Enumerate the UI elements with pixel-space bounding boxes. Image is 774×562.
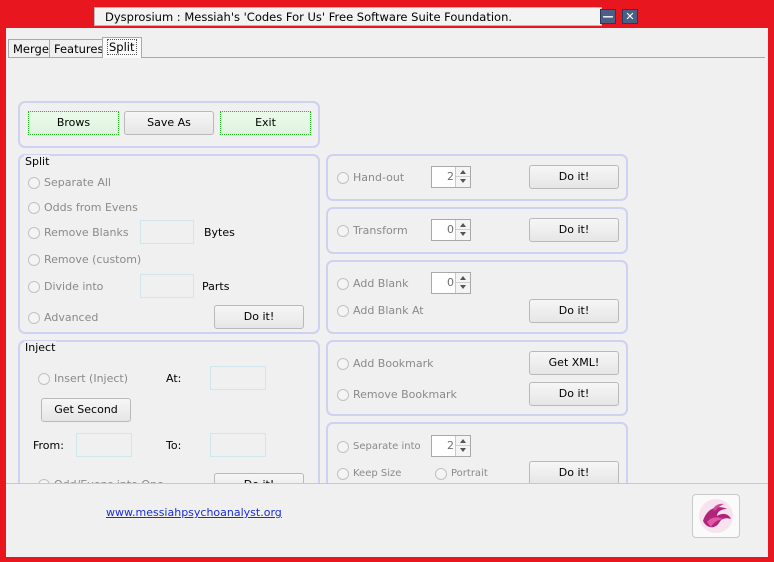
- odds-from-evens-radio[interactable]: [28, 202, 40, 214]
- spin-down-icon[interactable]: [460, 232, 466, 236]
- tab-merge-label: Merge: [13, 42, 49, 56]
- separate-all-label: Separate All: [44, 176, 111, 189]
- spinner-arrows[interactable]: [455, 220, 470, 240]
- handout-spinner[interactable]: 2: [431, 166, 471, 188]
- spinner-arrows[interactable]: [455, 436, 470, 456]
- transform-value: 0: [447, 223, 454, 236]
- to-input[interactable]: [210, 433, 266, 457]
- parts-label: Parts: [202, 280, 230, 293]
- handout-value: 2: [447, 170, 454, 183]
- handout-radio[interactable]: [337, 172, 349, 184]
- title-box: Dysprosium : Messiah's 'Codes For Us' Fr…: [94, 7, 602, 26]
- separate-value: 2: [447, 439, 454, 452]
- at-label: At:: [166, 372, 182, 385]
- split-do-it-button[interactable]: Do it!: [214, 305, 304, 329]
- bookmark-do-it-button[interactable]: Do it!: [529, 382, 619, 406]
- keep-size-radio[interactable]: [337, 468, 349, 480]
- transform-label: Transform: [353, 224, 408, 237]
- spin-up-icon[interactable]: [460, 439, 466, 443]
- handout-group: Hand-out 2 Do it!: [326, 154, 628, 201]
- transform-group: Transform 0 Do it!: [326, 207, 628, 254]
- add-blank-radio[interactable]: [337, 278, 349, 290]
- insert-inject-radio[interactable]: [38, 373, 50, 385]
- website-link[interactable]: www.messiahpsychoanalyst.org: [106, 506, 282, 519]
- divide-into-label: Divide into: [44, 280, 104, 293]
- spin-up-icon[interactable]: [460, 223, 466, 227]
- get-second-button[interactable]: Get Second: [41, 398, 131, 422]
- spinner-arrows[interactable]: [455, 167, 470, 187]
- client-area: Merge Features Split Brows Save As Exit …: [6, 28, 768, 557]
- insert-inject-label: Insert (Inject): [54, 372, 129, 385]
- remove-custom-radio[interactable]: [28, 254, 40, 266]
- separate-spinner[interactable]: 2: [431, 435, 471, 457]
- bookmark-group: Add Bookmark Get XML! Remove Bookmark Do…: [326, 340, 628, 416]
- get-xml-button[interactable]: Get XML!: [529, 351, 619, 375]
- add-blank-at-label: Add Blank At: [353, 304, 424, 317]
- remove-blanks-label: Remove Blanks: [44, 226, 129, 239]
- to-label: To:: [166, 439, 182, 452]
- add-blank-do-it-button[interactable]: Do it!: [529, 299, 619, 323]
- separate-all-radio[interactable]: [28, 177, 40, 189]
- handout-label: Hand-out: [353, 171, 405, 184]
- spin-down-icon[interactable]: [460, 179, 466, 183]
- spin-down-icon[interactable]: [460, 285, 466, 289]
- close-button[interactable]: ✕: [622, 9, 638, 24]
- bytes-input[interactable]: [140, 220, 194, 244]
- file-actions-group: Brows Save As Exit: [18, 101, 320, 148]
- tab-features-label: Features: [54, 42, 104, 56]
- tab-features[interactable]: Features: [49, 39, 109, 57]
- separate-into-radio[interactable]: [337, 441, 349, 453]
- add-blank-label: Add Blank: [353, 277, 409, 290]
- at-input[interactable]: [210, 366, 266, 390]
- spin-up-icon[interactable]: [460, 276, 466, 280]
- split-tab-panel: Brows Save As Exit Split Separate All Od…: [8, 57, 765, 508]
- spin-up-icon[interactable]: [460, 170, 466, 174]
- handout-do-it-button[interactable]: Do it!: [529, 165, 619, 189]
- from-label: From:: [33, 439, 64, 452]
- transform-do-it-button[interactable]: Do it!: [529, 218, 619, 242]
- remove-blanks-radio[interactable]: [28, 227, 40, 239]
- odds-from-evens-label: Odds from Evens: [44, 201, 138, 214]
- phoenix-logo: [692, 494, 740, 538]
- portrait-radio[interactable]: [435, 468, 447, 480]
- portrait-label: Portrait: [451, 468, 488, 479]
- add-bookmark-radio[interactable]: [337, 358, 349, 370]
- transform-radio[interactable]: [337, 225, 349, 237]
- footer-panel: www.messiahpsychoanalyst.org: [6, 483, 768, 557]
- split-group-title: Split: [24, 155, 51, 168]
- tab-split[interactable]: Split: [102, 37, 142, 58]
- save-as-button[interactable]: Save As: [124, 111, 214, 135]
- remove-bookmark-radio[interactable]: [337, 389, 349, 401]
- separate-into-label: Separate into: [353, 441, 421, 452]
- keep-size-label: Keep Size: [353, 468, 402, 479]
- add-blank-spinner[interactable]: 0: [431, 272, 471, 294]
- inject-group-title: Inject: [24, 341, 57, 354]
- add-blank-group: Add Blank 0 Add Blank At Do it!: [326, 260, 628, 334]
- remove-custom-label: Remove (custom): [44, 253, 142, 266]
- add-blank-value: 0: [447, 276, 454, 289]
- add-bookmark-label: Add Bookmark: [353, 357, 434, 370]
- minimize-button[interactable]: —: [600, 9, 616, 24]
- phoenix-logo-icon: [699, 499, 733, 533]
- brows-button[interactable]: Brows: [28, 111, 119, 135]
- separate-do-it-button[interactable]: Do it!: [529, 461, 619, 485]
- advanced-label: Advanced: [44, 311, 99, 324]
- tab-split-label: Split: [107, 39, 137, 55]
- spinner-arrows[interactable]: [455, 273, 470, 293]
- remove-bookmark-label: Remove Bookmark: [353, 388, 457, 401]
- exit-button[interactable]: Exit: [220, 111, 311, 135]
- from-input[interactable]: [76, 433, 132, 457]
- title-bar: Dysprosium : Messiah's 'Codes For Us' Fr…: [6, 6, 768, 28]
- advanced-radio[interactable]: [28, 312, 40, 324]
- bytes-label: Bytes: [204, 226, 235, 239]
- window-title: Dysprosium : Messiah's 'Codes For Us' Fr…: [105, 10, 513, 24]
- parts-input[interactable]: [140, 274, 194, 298]
- tab-merge[interactable]: Merge: [8, 39, 54, 57]
- transform-spinner[interactable]: 0: [431, 219, 471, 241]
- divide-into-radio[interactable]: [28, 281, 40, 293]
- spin-down-icon[interactable]: [460, 448, 466, 452]
- split-group: Split Separate All Odds from Evens Remov…: [18, 154, 320, 334]
- add-blank-at-radio[interactable]: [337, 305, 349, 317]
